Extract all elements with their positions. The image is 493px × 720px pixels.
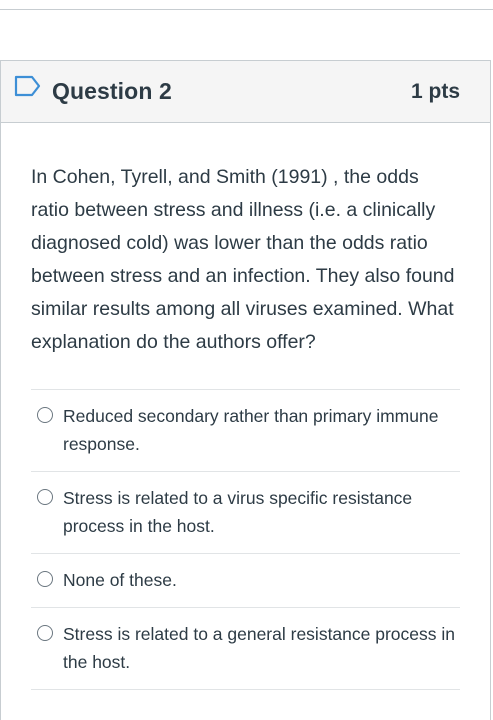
answer-label: Stress is related to a general resistanc… — [63, 624, 455, 672]
radio-button[interactable] — [37, 489, 53, 505]
top-divider — [0, 9, 493, 10]
radio-button[interactable] — [37, 625, 53, 641]
flag-icon[interactable] — [14, 75, 42, 97]
answer-label: Stress is related to a virus specific re… — [63, 488, 413, 536]
answer-option[interactable]: Stress is related to a general resistanc… — [31, 608, 460, 690]
question-header: Question 2 1 pts — [1, 61, 490, 123]
answer-list: Reduced secondary rather than primary im… — [31, 389, 460, 690]
answer-label: Reduced secondary rather than primary im… — [63, 406, 439, 454]
question-text: In Cohen, Tyrell, and Smith (1991) , the… — [31, 166, 455, 353]
answer-label: None of these. — [63, 570, 177, 590]
question-title: Question 2 — [52, 78, 172, 104]
radio-button[interactable] — [37, 407, 53, 423]
answer-option[interactable]: Reduced secondary rather than primary im… — [31, 390, 460, 472]
answer-option[interactable]: Stress is related to a virus specific re… — [31, 472, 460, 554]
radio-button[interactable] — [37, 571, 53, 587]
answer-option[interactable]: None of these. — [31, 554, 460, 608]
question-body: In Cohen, Tyrell, and Smith (1991) , the… — [1, 123, 490, 690]
question-points: 1 pts — [410, 79, 460, 103]
question-card: Question 2 1 pts In Cohen, Tyrell, and S… — [0, 60, 491, 720]
